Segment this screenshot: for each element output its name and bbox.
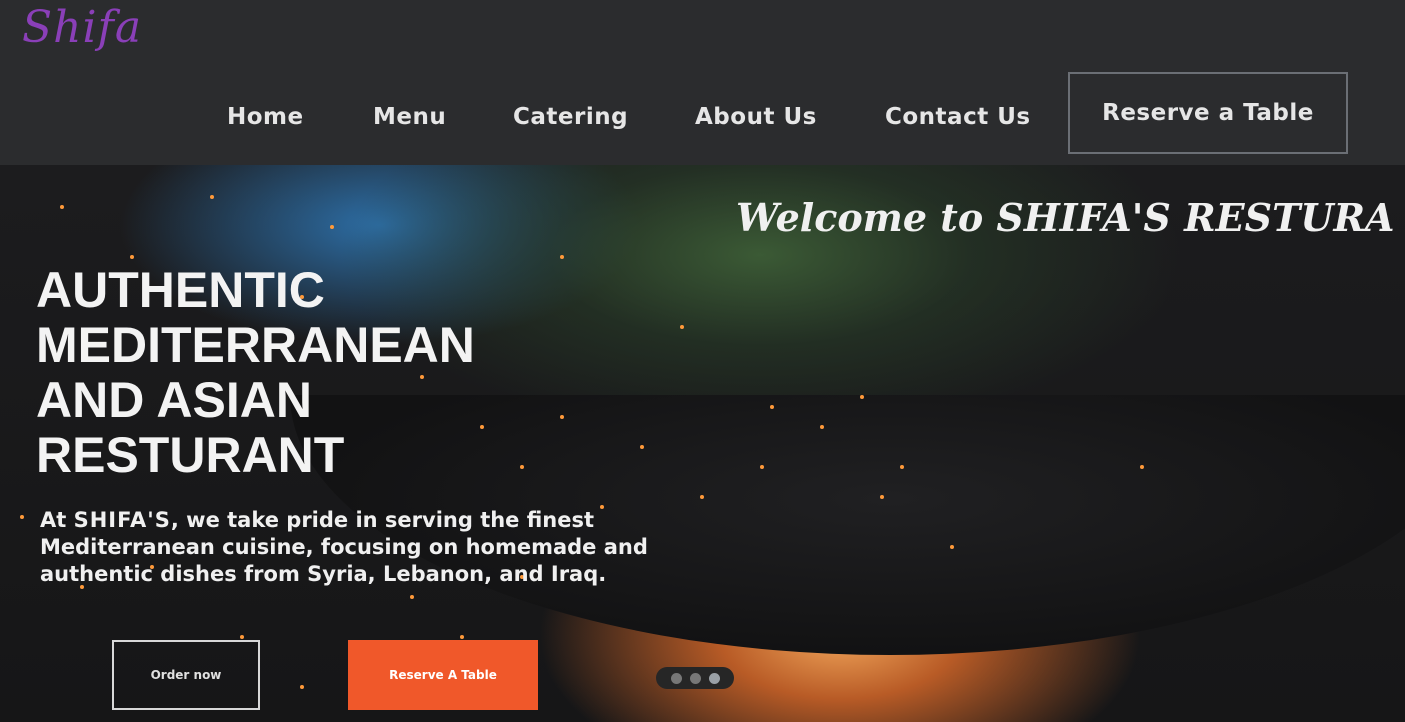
spark-dot (700, 495, 704, 499)
spark-dot (130, 255, 134, 259)
nav-about-us[interactable]: About Us (695, 104, 817, 130)
spark-dot (60, 205, 64, 209)
spark-dot (460, 635, 464, 639)
spark-dot (240, 635, 244, 639)
spark-dot (20, 515, 24, 519)
nav-contact-us[interactable]: Contact Us (885, 104, 1031, 130)
nav-menu[interactable]: Menu (373, 104, 446, 130)
headline-line: MEDITERRANEAN (36, 317, 475, 373)
spark-dot (900, 465, 904, 469)
spark-dot (820, 425, 824, 429)
reserve-table-button[interactable]: Reserve A Table (348, 640, 538, 710)
spark-dot (680, 325, 684, 329)
order-now-button[interactable]: Order now (112, 640, 260, 710)
hero-section: Welcome to SHIFA'S RESTURA AUTHENTIC MED… (0, 165, 1405, 722)
spark-dot (880, 495, 884, 499)
headline-line: RESTURANT (36, 427, 345, 483)
carousel-dot-1[interactable] (670, 672, 682, 684)
header: Shifa Home Menu Catering About Us Contac… (0, 0, 1405, 165)
intro-prefix: At (40, 508, 74, 532)
spark-dot (1140, 465, 1144, 469)
spark-dot (640, 445, 644, 449)
headline-line: AND ASIAN (36, 372, 312, 428)
welcome-heading: Welcome to SHIFA'S RESTURA (736, 195, 1395, 240)
nav-home[interactable]: Home (227, 104, 304, 130)
spark-dot (410, 595, 414, 599)
carousel-dots (656, 667, 734, 689)
spark-dot (760, 465, 764, 469)
spark-dot (560, 255, 564, 259)
spark-dot (210, 195, 214, 199)
spark-dot (330, 225, 334, 229)
carousel-dot-3[interactable] (708, 672, 720, 684)
spark-dot (770, 405, 774, 409)
spark-dot (860, 395, 864, 399)
intro-brand: SHIFA'S (73, 508, 171, 532)
intro-text: At SHIFA'S, we take pride in serving the… (40, 507, 720, 588)
page: Shifa Home Menu Catering About Us Contac… (0, 0, 1405, 722)
spark-dot (300, 685, 304, 689)
spark-dot (950, 545, 954, 549)
nav-catering[interactable]: Catering (513, 104, 628, 130)
hero-headline: AUTHENTIC MEDITERRANEAN AND ASIAN RESTUR… (36, 263, 596, 483)
carousel-dot-2[interactable] (689, 672, 701, 684)
reserve-table-nav-button[interactable]: Reserve a Table (1068, 72, 1348, 154)
logo[interactable]: Shifa (22, 2, 142, 53)
headline-line: AUTHENTIC (36, 262, 325, 318)
